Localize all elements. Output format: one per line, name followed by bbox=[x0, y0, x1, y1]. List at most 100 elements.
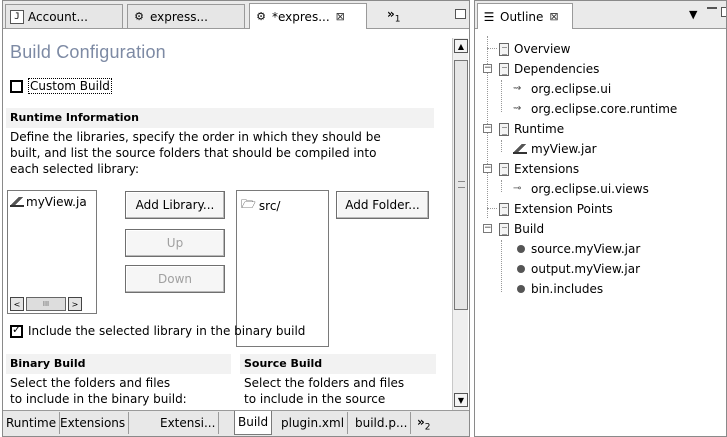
scroll-down-icon[interactable]: ▼ bbox=[454, 393, 468, 407]
tree-item-overview[interactable]: Overview bbox=[487, 40, 571, 58]
collapse-icon[interactable]: − bbox=[483, 224, 492, 233]
grip-icon bbox=[458, 181, 465, 188]
bullet-icon bbox=[517, 265, 525, 273]
list-item[interactable]: myView.ja bbox=[10, 195, 94, 209]
outline-pane: ☰ Outline ⊠ ▼ Overview − Dependencies ⇝ … bbox=[474, 0, 727, 437]
description-line: to include in the source bbox=[244, 392, 386, 406]
tree-item-dependencies[interactable]: − Dependencies bbox=[477, 60, 599, 78]
tab-build-properties[interactable]: build.p... bbox=[352, 412, 412, 434]
add-folder-button[interactable]: Add Folder... bbox=[336, 191, 429, 219]
page-icon bbox=[499, 62, 509, 76]
tree-connector bbox=[501, 180, 502, 192]
collapse-icon[interactable]: − bbox=[483, 164, 492, 173]
collapse-icon[interactable]: − bbox=[483, 124, 492, 133]
runtime-description: Define the libraries, specify the order … bbox=[10, 129, 381, 177]
plugin-manifest-icon: ⚙ bbox=[256, 9, 266, 23]
tree-item-label: Extension Points bbox=[514, 202, 613, 216]
page-icon bbox=[499, 42, 509, 56]
tree-item-label: myView.jar bbox=[531, 142, 597, 156]
source-build-header: Source Build bbox=[240, 354, 436, 374]
maximize-icon[interactable] bbox=[455, 9, 466, 19]
close-icon[interactable]: ⊠ bbox=[336, 10, 345, 23]
include-library-checkbox-row[interactable]: Include the selected library in the bina… bbox=[10, 323, 306, 338]
tree-item-myview-jar[interactable]: myView.jar bbox=[503, 140, 597, 158]
tree-item-label: Overview bbox=[514, 42, 571, 56]
custom-build-label: Custom Build bbox=[28, 78, 112, 94]
page-icon bbox=[499, 202, 509, 216]
horizontal-scrollbar[interactable]: < III > bbox=[10, 297, 94, 311]
tree-item-source-myview-jar[interactable]: source.myView.jar bbox=[503, 240, 640, 258]
folder-icon: 🗁 bbox=[241, 197, 256, 211]
tree-item-org-eclipse-ui-views[interactable]: ⊸ org.eclipse.ui.views bbox=[503, 180, 649, 198]
scroll-left-icon[interactable]: < bbox=[10, 297, 24, 311]
add-library-button[interactable]: Add Library... bbox=[125, 191, 225, 219]
tree-item-output-myview-jar[interactable]: output.myView.jar bbox=[503, 260, 640, 278]
tree-item-extensions[interactable]: − Extensions bbox=[477, 160, 579, 178]
tab-overflow-chevron[interactable]: »1 bbox=[387, 7, 401, 24]
tab-plugin-xml[interactable]: plugin.xml bbox=[278, 412, 349, 434]
include-library-label: Include the selected library in the bina… bbox=[28, 324, 306, 338]
collapse-icon[interactable]: − bbox=[483, 64, 492, 73]
tree-item-label: Extensions bbox=[514, 162, 580, 176]
scroll-up-icon[interactable]: ▲ bbox=[454, 39, 468, 53]
custom-build-checkbox[interactable] bbox=[10, 79, 23, 93]
plugin-icon: ⇝ bbox=[513, 83, 522, 94]
scroll-thumb[interactable]: III bbox=[26, 297, 66, 311]
include-library-checkbox[interactable] bbox=[10, 323, 23, 338]
tree-item-runtime[interactable]: − Runtime bbox=[477, 120, 564, 138]
tree-item-extension-points[interactable]: Extension Points bbox=[487, 200, 613, 218]
custom-build-checkbox-row[interactable]: Custom Build bbox=[10, 78, 112, 94]
editor-vertical-scrollbar[interactable]: ▲ ▼ bbox=[452, 38, 468, 410]
doc-icon: J bbox=[10, 9, 24, 24]
tab-runtime[interactable]: Runtime bbox=[3, 412, 61, 434]
tab-outline[interactable]: ☰ Outline ⊠ bbox=[477, 3, 573, 29]
tab-express-active[interactable]: ⚙ *expres... ⊠ bbox=[249, 3, 367, 29]
tab-extensions[interactable]: Extensions bbox=[57, 412, 130, 434]
outline-tree[interactable]: Overview − Dependencies ⇝ org.eclipse.ui… bbox=[475, 30, 726, 436]
maximize-icon[interactable] bbox=[721, 7, 726, 17]
chevron-icon: » bbox=[417, 415, 425, 429]
page-title: Build Configuration bbox=[10, 42, 166, 62]
list-item[interactable]: 🗁 src/ bbox=[241, 195, 325, 216]
library-list[interactable]: myView.ja < III > bbox=[7, 190, 97, 314]
tree-item-org-eclipse-core-runtime[interactable]: ⇝ org.eclipse.core.runtime bbox=[503, 100, 677, 118]
tree-item-label: Build bbox=[514, 222, 545, 236]
tree-item-label: org.eclipse.ui bbox=[531, 82, 612, 96]
close-icon[interactable]: ⊠ bbox=[549, 10, 558, 23]
plugin-icon: ⇝ bbox=[513, 103, 522, 114]
tree-item-build[interactable]: − Build bbox=[477, 220, 544, 238]
down-button[interactable]: Down bbox=[125, 265, 225, 293]
tab-account[interactable]: J Account... bbox=[5, 4, 123, 28]
description-line: Define the libraries, specify the order … bbox=[10, 130, 381, 144]
scroll-thumb[interactable] bbox=[454, 60, 468, 310]
library-item-label: myView.ja bbox=[26, 195, 87, 209]
outline-tab-bar: ☰ Outline ⊠ ▼ bbox=[475, 1, 726, 29]
source-folder-label: src/ bbox=[258, 198, 281, 213]
extension-icon: ⊸ bbox=[513, 183, 522, 194]
runtime-section-header: Runtime Information bbox=[6, 108, 434, 128]
tree-connector bbox=[501, 240, 502, 292]
minimize-icon[interactable] bbox=[707, 5, 717, 9]
outline-title: Outline bbox=[500, 9, 544, 24]
jar-icon bbox=[10, 197, 24, 207]
tree-connector bbox=[501, 80, 502, 112]
tab-extension-points[interactable]: Extensi... bbox=[157, 412, 220, 434]
scroll-right-icon[interactable]: > bbox=[68, 297, 82, 311]
tree-item-bin-includes[interactable]: bin.includes bbox=[503, 280, 603, 298]
description-line: each selected library: bbox=[10, 162, 139, 176]
source-build-description: Select the folders and files to include … bbox=[244, 375, 404, 407]
page-tab-overflow-chevron[interactable]: »2 bbox=[417, 415, 431, 432]
tree-item-label: Dependencies bbox=[514, 62, 600, 76]
tree-item-org-eclipse-ui[interactable]: ⇝ org.eclipse.ui bbox=[503, 80, 611, 98]
up-button[interactable]: Up bbox=[125, 229, 225, 257]
tree-item-label: Runtime bbox=[514, 122, 565, 136]
overflow-count: 2 bbox=[424, 422, 431, 433]
bullet-icon bbox=[517, 245, 525, 253]
tab-build[interactable]: Build bbox=[234, 411, 273, 435]
page-icon bbox=[499, 122, 509, 136]
tree-item-label: org.eclipse.ui.views bbox=[531, 182, 649, 196]
description-line: built, and list the source folders that … bbox=[10, 146, 377, 160]
tab-express-1[interactable]: ⚙ express... bbox=[127, 4, 245, 28]
view-menu-icon[interactable]: ▼ bbox=[689, 8, 697, 21]
description-line: Select the folders and files bbox=[10, 376, 171, 390]
